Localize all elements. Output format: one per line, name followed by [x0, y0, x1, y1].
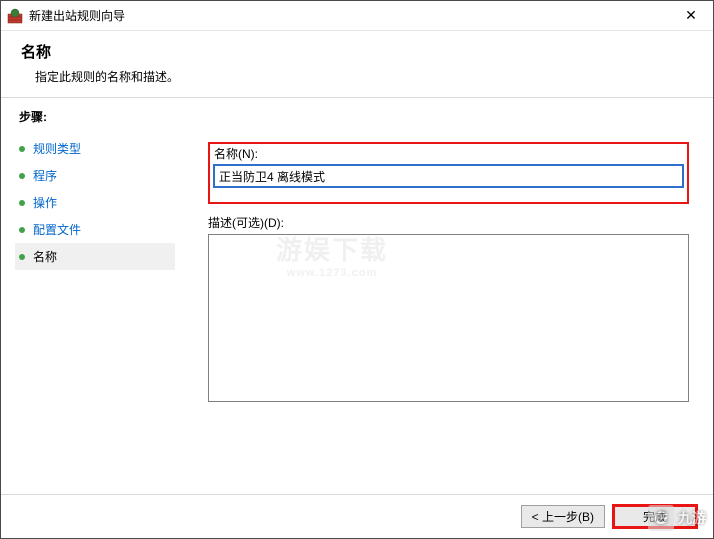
wizard-header: 名称 指定此规则的名称和描述。 [1, 31, 713, 97]
bullet-icon [19, 173, 25, 179]
wizard-footer: < 上一步(B) 完成 取消 [1, 494, 713, 538]
bullet-icon [19, 227, 25, 233]
wizard-body: 步骤: 规则类型 程序 操作 配置文件 [1, 100, 713, 494]
divider [1, 97, 713, 98]
titlebar: 新建出站规则向导 ✕ [1, 1, 713, 31]
desc-field-group: 描述(可选)(D): [208, 214, 689, 405]
name-field-group: 名称(N): [214, 145, 683, 187]
step-label: 名称 [33, 248, 57, 265]
step-name[interactable]: 名称 [15, 243, 175, 270]
bullet-icon [19, 146, 25, 152]
step-program[interactable]: 程序 [19, 162, 196, 189]
name-input[interactable] [214, 165, 683, 187]
content-pane: 名称(N): 描述(可选)(D): 游娱下载 www.1273.com [196, 100, 713, 494]
desc-label: 描述(可选)(D): [208, 214, 689, 231]
finish-label: 完成 [643, 510, 667, 524]
finish-button[interactable]: 完成 [613, 505, 697, 528]
close-button[interactable]: ✕ [669, 2, 713, 30]
page-subtitle: 指定此规则的名称和描述。 [35, 68, 693, 85]
steps-list: 规则类型 程序 操作 配置文件 名称 [19, 135, 196, 270]
wizard-window: 新建出站规则向导 ✕ 名称 指定此规则的名称和描述。 步骤: 规则类型 程序 [0, 0, 714, 539]
step-label: 配置文件 [33, 221, 81, 238]
name-highlight-box: 名称(N): [208, 142, 689, 204]
window-title: 新建出站规则向导 [29, 7, 669, 24]
step-label: 程序 [33, 167, 57, 184]
steps-title: 步骤: [19, 108, 196, 125]
back-label: < 上一步(B) [532, 510, 594, 524]
step-rule-type[interactable]: 规则类型 [19, 135, 196, 162]
close-icon: ✕ [685, 7, 697, 24]
bullet-icon [19, 200, 25, 206]
firewall-icon [7, 8, 23, 24]
step-label: 规则类型 [33, 140, 81, 157]
back-button[interactable]: < 上一步(B) [521, 505, 605, 528]
steps-sidebar: 步骤: 规则类型 程序 操作 配置文件 [1, 100, 196, 494]
page-title: 名称 [21, 41, 693, 62]
description-input[interactable] [208, 234, 689, 402]
bullet-icon [19, 254, 25, 260]
step-profile[interactable]: 配置文件 [19, 216, 196, 243]
step-action[interactable]: 操作 [19, 189, 196, 216]
step-label: 操作 [33, 194, 57, 211]
name-label: 名称(N): [214, 145, 683, 162]
